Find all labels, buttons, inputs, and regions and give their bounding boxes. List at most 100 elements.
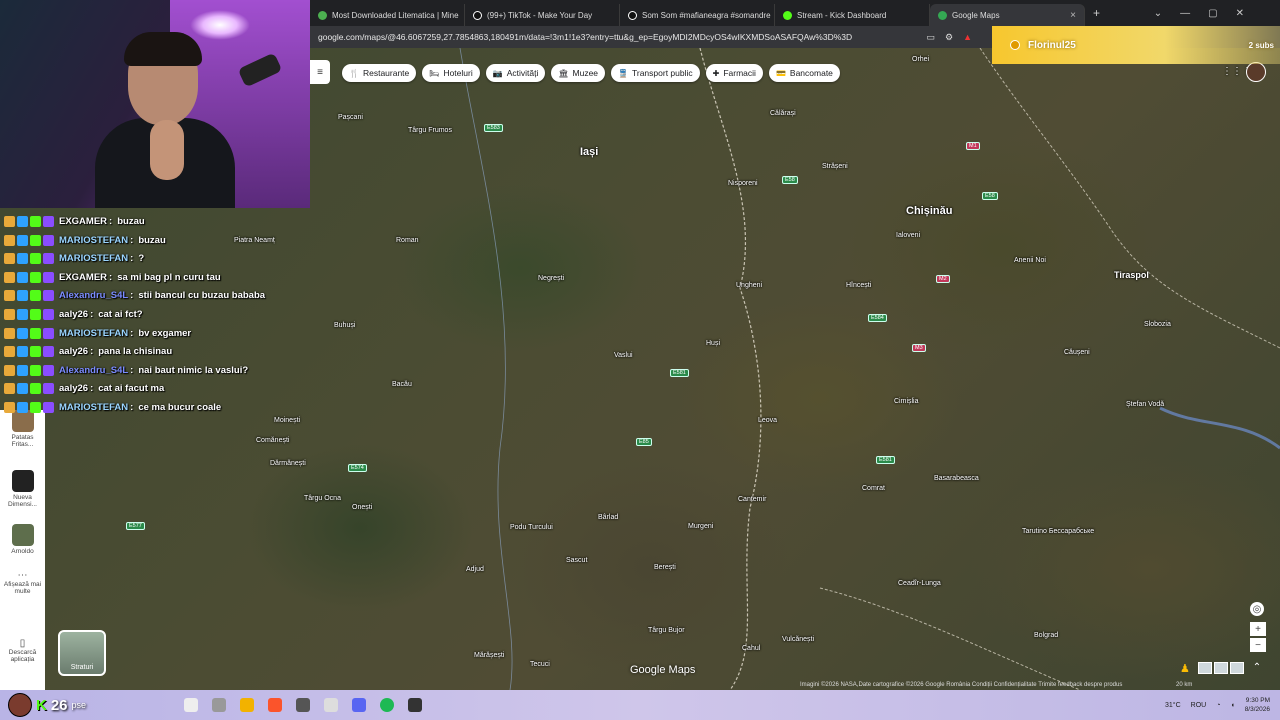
zoom-in-button[interactable]: +: [1250, 622, 1266, 636]
chat-badge-icon: [30, 327, 41, 339]
road-shield: E85: [636, 438, 652, 446]
chat-badge-icon: [43, 271, 54, 283]
tab-som-som[interactable]: Som Som #mafianeagra #somandre: [620, 4, 775, 26]
place-moinesti: Moinești: [274, 417, 301, 424]
pegman-icon[interactable]: ♟: [1180, 662, 1192, 676]
minimize-icon[interactable]: —: [1180, 8, 1190, 19]
chip-restaurants[interactable]: 🍴 Restaurante: [342, 64, 417, 82]
place-tecuci: Tecuci: [530, 661, 550, 668]
show-more-button[interactable]: ⋯ Afișează mai multe: [0, 570, 45, 595]
brave-icon[interactable]: [268, 698, 282, 712]
task-view-icon[interactable]: [212, 698, 226, 712]
chat-badge-icon: [17, 383, 28, 395]
chat-username[interactable]: MARIOSTEFAN: [59, 402, 128, 413]
chat-text: buzau: [138, 234, 166, 246]
chat-username[interactable]: aaly26: [59, 383, 88, 394]
bed-icon: 🛏: [429, 68, 440, 78]
fork-knife-icon: 🍴: [349, 68, 359, 78]
chat-badge-icon: [43, 253, 54, 265]
taskbar: 31°C ROU ◔ ◖ 9:30 PM 8/3/2026: [0, 690, 1280, 720]
tab-search-icon[interactable]: ⌄: [1154, 8, 1162, 19]
tab-tiktok[interactable]: (99+) TikTok - Make Your Day: [465, 4, 620, 26]
maximize-icon[interactable]: ▢: [1208, 8, 1217, 19]
chat-badge-icon: [17, 234, 28, 246]
viewer-count: 26: [50, 696, 68, 714]
chat-username[interactable]: EXGAMER: [59, 216, 107, 227]
chat-separator: :: [130, 290, 134, 302]
place-chisinau: Chișinău: [906, 205, 953, 217]
wifi-icon[interactable]: ◔: [1216, 702, 1220, 709]
new-tab-button[interactable]: +: [1093, 6, 1100, 20]
place-sascut: Sascut: [566, 557, 588, 564]
chat-message: aaly26: cat ai fct?: [4, 307, 143, 322]
tab-kick-dashboard[interactable]: Stream - Kick Dashboard: [775, 4, 930, 26]
chat-badge-icon: [30, 383, 41, 395]
file-explorer-icon[interactable]: [240, 698, 254, 712]
extension-icon[interactable]: ⚙: [945, 32, 953, 43]
pharmacy-icon: ✚: [712, 68, 720, 78]
download-app-button[interactable]: ▯ Descarcă aplicația: [0, 638, 45, 663]
chat-separator: :: [109, 271, 113, 283]
recent-place-3[interactable]: Arnoldo: [0, 524, 45, 555]
scale-bar[interactable]: 20 km: [1176, 682, 1192, 688]
url-text[interactable]: google.com/maps/@46.6067259,27.7854863,1…: [318, 32, 926, 42]
chat-username[interactable]: aaly26: [59, 346, 88, 357]
account-avatar[interactable]: [1246, 62, 1266, 82]
spotify-icon[interactable]: [380, 698, 394, 712]
search-icon[interactable]: [184, 698, 198, 712]
chat-badge-icon: [30, 253, 41, 265]
place-targu-ocna: Târgu Ocna: [304, 495, 341, 502]
chat-text: stii bancul cu buzau bababa: [138, 290, 266, 302]
chat-badge-icon: [4, 271, 15, 283]
weather-text[interactable]: 31°C: [1165, 702, 1181, 709]
volume-icon[interactable]: ◖: [1230, 702, 1234, 709]
chat-username[interactable]: MARIOSTEFAN: [59, 253, 128, 264]
tab-google-maps[interactable]: Google Maps ×: [930, 4, 1085, 26]
chat-username[interactable]: Alexandru_S4L: [59, 365, 128, 376]
chat-badge-icon: [4, 309, 15, 320]
place-calarasi: Călărași: [770, 110, 796, 117]
close-window-icon[interactable]: ✕: [1236, 8, 1244, 19]
discord-icon[interactable]: [352, 698, 366, 712]
chat-badge-icon: [30, 234, 41, 246]
chip-hotels[interactable]: 🛏 Hoteluri: [422, 64, 480, 82]
screen: { "browser": { "tabs": [ {"label": "Most…: [0, 0, 1280, 720]
obs-icon[interactable]: [296, 698, 310, 712]
chip-transit[interactable]: 🚆 Transport public: [611, 64, 700, 82]
recent-place-2[interactable]: Nueva Dimensi...: [0, 470, 45, 508]
chat-username[interactable]: MARIOSTEFAN: [59, 235, 128, 246]
chat-badge-icon: [4, 216, 15, 227]
chat-username[interactable]: Alexandru_S4L: [59, 290, 128, 301]
chat-badge-icon: [4, 327, 15, 339]
zoom-out-button[interactable]: −: [1250, 638, 1266, 652]
chevron-up-icon[interactable]: ⌃: [1250, 660, 1264, 674]
app-icon[interactable]: [408, 698, 422, 712]
imagery-tiles[interactable]: [1198, 662, 1244, 674]
chat-username[interactable]: MARIOSTEFAN: [59, 328, 128, 339]
layers-button[interactable]: Straturi: [58, 630, 106, 676]
chat-username[interactable]: aaly26: [59, 309, 88, 320]
my-location-icon[interactable]: ◎: [1250, 602, 1264, 616]
chip-activities[interactable]: 📷 Activități: [485, 64, 546, 82]
warning-icon[interactable]: ▲: [963, 32, 972, 43]
cast-icon[interactable]: ▭: [926, 32, 935, 43]
chip-pharmacies[interactable]: ✚ Farmacii: [705, 64, 763, 82]
clock[interactable]: 9:30 PM 8/3/2026: [1245, 696, 1270, 714]
place-vulcanesti: Vulcănești: [782, 636, 815, 643]
chat-badge-icon: [4, 253, 15, 265]
chat-username[interactable]: EXGAMER: [59, 272, 107, 283]
chat-message: MARIOSTEFAN: ce ma bucur coale: [4, 400, 221, 415]
chip-museums[interactable]: 🏛 Muzee: [551, 64, 606, 82]
close-tab-icon[interactable]: ×: [1070, 10, 1076, 21]
tab-litematica[interactable]: Most Downloaded Litematica | Mine: [310, 4, 465, 26]
place-iasi: Iași: [580, 146, 599, 158]
language-indicator[interactable]: ROU: [1191, 702, 1207, 709]
map-attribution[interactable]: Imagini ©2026 NASA,Date cartografice ©20…: [800, 682, 1122, 688]
webcam-overlay: [0, 0, 310, 208]
chat-badge-icon: [17, 309, 28, 320]
chip-atms[interactable]: 💳 Bancomate: [768, 64, 840, 82]
place-targu-frumos: Târgu Frumos: [408, 127, 452, 134]
menu-button[interactable]: ≡: [310, 60, 330, 84]
chat-message: MARIOSTEFAN:?: [4, 251, 144, 266]
notepad-icon[interactable]: [324, 698, 338, 712]
